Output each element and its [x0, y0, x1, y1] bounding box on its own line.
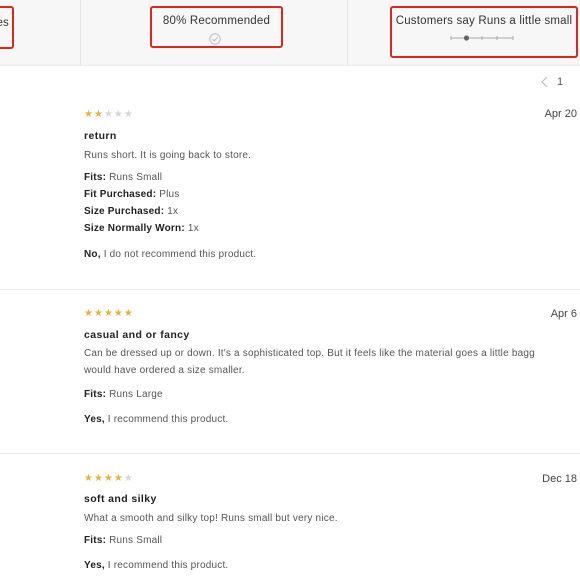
star-icon: ★ — [113, 308, 123, 319]
recommendation: Yes, I recommend this product. — [84, 414, 228, 425]
chevron-left-icon[interactable] — [540, 76, 550, 88]
star-icon: ★ — [123, 308, 133, 319]
review-summary-bar: es 80% Recommended Customers say Runs a … — [0, 0, 580, 66]
fit-scale-marker — [463, 35, 470, 41]
recommendation-answer: Yes, — [84, 414, 105, 425]
size-worn-value: 1x — [187, 223, 199, 234]
summary-left-box: es — [0, 6, 14, 49]
recommendation-text: I do not recommend this product. — [100, 249, 257, 260]
review-date: Apr 20 — [544, 108, 577, 120]
review-body-line: would have ordered a size smaller. — [84, 365, 245, 376]
fits-value: Runs Small — [109, 535, 163, 546]
summary-divider — [347, 0, 348, 66]
review-body: What a smooth and silky top! Runs small … — [84, 510, 580, 527]
review-body: Runs short. It is going back to store. — [84, 147, 580, 164]
star-icon: ★ — [113, 473, 123, 484]
size-purchased-value: 1x — [167, 206, 179, 217]
star-icon: ★ — [84, 473, 93, 484]
star-icon: ★ — [103, 109, 113, 120]
review-divider — [0, 453, 580, 454]
fit-summary-label: Customers say Runs a little small — [395, 15, 573, 27]
size-purchased-attribute: Size Purchased: 1x — [84, 206, 178, 217]
review-divider — [0, 289, 580, 290]
recommendation: No, I do not recommend this product. — [84, 249, 256, 260]
star-icon: ★ — [113, 109, 123, 120]
size-purchased-label: Size Purchased: — [84, 206, 165, 217]
recommendation: Yes, I recommend this product. — [84, 560, 228, 571]
fits-label: Fits: — [84, 535, 107, 546]
fit-purchased-value: Plus — [159, 189, 180, 200]
recommended-percentage: 80% Recommended — [162, 15, 271, 27]
review-date: Dec 18 — [542, 473, 577, 485]
check-circle-icon — [209, 33, 221, 45]
fit-summary-box: Customers say Runs a little small — [390, 6, 578, 58]
review-body-line: What a smooth and silky top! Runs small … — [84, 513, 338, 524]
review-pagination: 1 — [540, 74, 580, 92]
fits-value: Runs Large — [109, 389, 163, 400]
review-body-line: Runs short. It is going back to store. — [84, 150, 252, 161]
star-icon: ★ — [93, 473, 103, 484]
star-icon: ★ — [103, 308, 113, 319]
star-icon: ★ — [123, 473, 133, 484]
review-title: return — [84, 130, 117, 142]
star-icon: ★ — [84, 109, 93, 120]
review-title: soft and silky — [84, 493, 157, 505]
current-page-number[interactable]: 1 — [557, 76, 563, 88]
star-rating: ★ ★ ★ ★ ★ — [84, 110, 133, 120]
recommendation-answer: Yes, — [84, 560, 105, 571]
star-icon: ★ — [84, 308, 93, 319]
review-title: casual and or fancy — [84, 329, 190, 341]
fit-purchased-label: Fit Purchased: — [84, 189, 157, 200]
recommendation-answer: No, — [84, 249, 101, 260]
summary-divider — [80, 0, 81, 66]
fit-purchased-attribute: Fit Purchased: Plus — [84, 189, 180, 200]
recommendation-text: I recommend this product. — [104, 414, 229, 425]
fits-label: Fits: — [84, 389, 107, 400]
star-icon: ★ — [103, 473, 113, 484]
fits-label: Fits: — [84, 172, 107, 183]
star-icon: ★ — [93, 308, 103, 319]
recommendation-text: I recommend this product. — [104, 560, 229, 571]
review-date: Apr 6 — [550, 308, 577, 320]
star-rating: ★ ★ ★ ★ ★ — [84, 474, 133, 484]
summary-left-label: es — [0, 17, 9, 29]
fits-attribute: Fits: Runs Small — [84, 172, 162, 183]
review-body-line: Can be dressed up or down. It's a sophis… — [84, 348, 535, 359]
recommended-summary-box: 80% Recommended — [150, 6, 283, 48]
size-worn-attribute: Size Normally Worn: 1x — [84, 223, 199, 234]
size-worn-label: Size Normally Worn: — [84, 223, 185, 234]
star-icon: ★ — [123, 109, 133, 120]
star-icon: ★ — [93, 109, 103, 120]
fits-value: Runs Small — [109, 172, 163, 183]
fits-attribute: Fits: Runs Small — [84, 535, 162, 546]
fits-attribute: Fits: Runs Large — [84, 389, 163, 400]
fit-scale-slider — [450, 35, 514, 41]
star-rating: ★ ★ ★ ★ ★ — [84, 309, 133, 319]
review-body: Can be dressed up or down. It's a sophis… — [84, 345, 580, 379]
